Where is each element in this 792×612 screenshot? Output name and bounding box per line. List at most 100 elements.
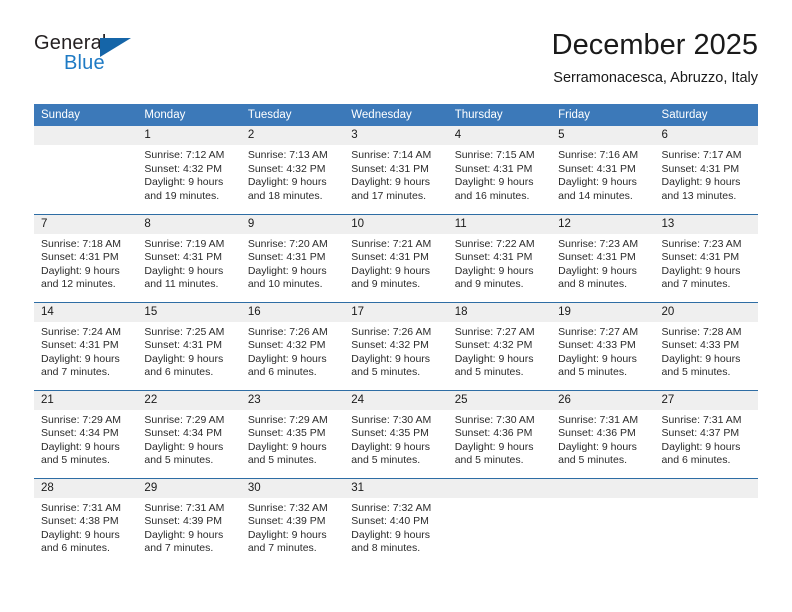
day-detail-line: Sunset: 4:31 PM — [351, 162, 429, 175]
calendar-day-cell[interactable]: 28 Sunrise: 7:31 AM Sunset: 4:38 PM Dayligh… — [34, 477, 138, 566]
calendar-day-cell[interactable]: 12 Sunrise: 7:23 AM Sunset: 4:31 PM Dayligh… — [551, 213, 655, 302]
calendar-day-cell[interactable]: 11 Sunrise: 7:22 AM Sunset: 4:31 PM Dayligh… — [447, 213, 552, 302]
day-detail-line: and 7 minutes. — [661, 278, 731, 291]
day-detail-line: Daylight: 9 hours — [351, 440, 431, 453]
calendar-day-cell[interactable]: 9 Sunrise: 7:20 AM Sunset: 4:31 PM Daylight… — [240, 213, 345, 302]
day-detail-line: and 5 minutes. — [144, 454, 214, 467]
day-detail-line: Daylight: 9 hours — [661, 352, 741, 365]
calendar-day-cell[interactable]: 30 Sunrise: 7:32 AM Sunset: 4:39 PM Dayligh… — [240, 477, 345, 566]
calendar-day-cell[interactable]: 10 Sunrise: 7:21 AM Sunset: 4:31 PM Dayligh… — [344, 213, 448, 302]
day-sun-details: Sunrise: 7:30 AM Sunset: 4:35 PM Daylight:… — [344, 410, 447, 468]
day-detail-line: Daylight: 9 hours — [454, 264, 534, 277]
calendar-day-cell[interactable]: 15 Sunrise: 7:25 AM Sunset: 4:31 PM Dayligh… — [137, 301, 241, 390]
day-detail-line: Sunset: 4:33 PM — [558, 339, 636, 352]
day-detail-line: Daylight: 9 hours — [247, 176, 327, 189]
day-detail-line: and 5 minutes. — [558, 454, 627, 467]
calendar-day-cell[interactable]: 8 Sunrise: 7:19 AM Sunset: 4:31 PM Daylight… — [137, 213, 241, 302]
calendar-day-cell-empty — [34, 126, 138, 214]
calendar-day-cell[interactable]: 25 Sunrise: 7:30 AM Sunset: 4:36 PM Dayligh… — [447, 389, 552, 478]
calendar-day-cell[interactable]: 29 Sunrise: 7:31 AM Sunset: 4:39 PM Dayligh… — [137, 477, 241, 566]
day-detail-line: and 5 minutes. — [41, 454, 110, 467]
calendar-day-cell[interactable]: 7 Sunrise: 7:18 AM Sunset: 4:31 PM Daylight… — [34, 213, 138, 302]
day-sun-details: Sunrise: 7:29 AM Sunset: 4:34 PM Daylight:… — [34, 410, 137, 468]
day-detail-line: Sunrise: 7:18 AM — [41, 237, 121, 250]
day-number: 18 — [447, 302, 552, 322]
day-detail-line: Sunrise: 7:23 AM — [558, 237, 639, 250]
day-number: 12 — [551, 214, 655, 234]
day-sun-details: Sunrise: 7:18 AM Sunset: 4:31 PM Daylight:… — [34, 234, 137, 292]
day-number: 30 — [240, 478, 345, 498]
day-number: 3 — [344, 126, 448, 145]
calendar-week-row: 21 Sunrise: 7:29 AM Sunset: 4:34 PM Dayligh… — [34, 389, 758, 478]
day-detail-line: Daylight: 9 hours — [558, 352, 637, 365]
day-number: 1 — [137, 126, 241, 145]
day-detail-line: Sunrise: 7:12 AM — [144, 149, 225, 161]
calendar-day-cell[interactable]: 2 Sunrise: 7:13 AM Sunset: 4:32 PM Daylight… — [240, 126, 345, 214]
day-number — [551, 478, 655, 498]
day-number: 20 — [654, 302, 758, 322]
calendar-day-cell[interactable]: 21 Sunrise: 7:29 AM Sunset: 4:34 PM Dayligh… — [34, 389, 138, 478]
day-detail-line: Sunset: 4:31 PM — [558, 251, 636, 264]
calendar-week-row: 28 Sunrise: 7:31 AM Sunset: 4:38 PM Dayligh… — [34, 477, 758, 566]
calendar-day-cell[interactable]: 5 Sunrise: 7:16 AM Sunset: 4:31 PM Daylight… — [551, 126, 655, 214]
calendar-day-cell[interactable]: 13 Sunrise: 7:23 AM Sunset: 4:31 PM Dayligh… — [654, 213, 758, 302]
day-detail-line: and 5 minutes. — [558, 366, 627, 379]
day-detail-line: and 18 minutes. — [247, 189, 323, 202]
day-number: 26 — [551, 390, 655, 410]
day-detail-line: Sunrise: 7:28 AM — [661, 325, 742, 338]
calendar-day-cell[interactable]: 27 Sunrise: 7:31 AM Sunset: 4:37 PM Dayligh… — [654, 389, 758, 478]
day-detail-line: Daylight: 9 hours — [661, 176, 741, 189]
day-detail-line: Sunrise: 7:29 AM — [41, 413, 121, 426]
day-detail-line: Daylight: 9 hours — [454, 176, 534, 189]
calendar-body: 1 Sunrise: 7:12 AM Sunset: 4:32 PM Daylight… — [34, 126, 758, 566]
day-detail-line: Sunrise: 7:21 AM — [351, 237, 432, 250]
day-detail-line: and 9 minutes. — [454, 278, 524, 291]
day-sun-details: Sunrise: 7:19 AM Sunset: 4:31 PM Daylight:… — [137, 234, 240, 292]
day-number: 28 — [34, 478, 138, 498]
day-number: 11 — [447, 214, 552, 234]
calendar-day-cell[interactable]: 24 Sunrise: 7:30 AM Sunset: 4:35 PM Dayligh… — [344, 389, 448, 478]
day-detail-line: and 6 minutes. — [247, 366, 317, 379]
day-detail-line: Sunset: 4:31 PM — [661, 251, 740, 264]
day-detail-line: Sunrise: 7:22 AM — [454, 237, 535, 250]
day-detail-line: Sunset: 4:31 PM — [454, 251, 533, 264]
day-detail-line: Sunrise: 7:20 AM — [247, 237, 328, 250]
weekday-header-monday: Monday — [137, 104, 241, 126]
day-detail-line: and 17 minutes. — [351, 189, 426, 202]
day-detail-line: Sunrise: 7:31 AM — [558, 413, 639, 426]
day-detail-line: Daylight: 9 hours — [247, 264, 327, 277]
day-detail-line: and 5 minutes. — [351, 366, 421, 379]
day-detail-line: Sunrise: 7:30 AM — [454, 413, 535, 426]
calendar-day-cell[interactable]: 23 Sunrise: 7:29 AM Sunset: 4:35 PM Dayligh… — [240, 389, 345, 478]
day-number: 27 — [654, 390, 758, 410]
day-detail-line: and 8 minutes. — [558, 278, 627, 291]
day-number: 2 — [240, 126, 345, 145]
calendar-day-cell[interactable]: 6 Sunrise: 7:17 AM Sunset: 4:31 PM Daylight… — [654, 126, 758, 214]
weekday-header-thursday: Thursday — [447, 104, 552, 126]
general-blue-logo[interactable]: General Blue — [34, 32, 164, 88]
calendar-day-cell[interactable]: 4 Sunrise: 7:15 AM Sunset: 4:31 PM Daylight… — [447, 126, 552, 214]
day-number: 25 — [447, 390, 552, 410]
day-detail-line: Daylight: 9 hours — [558, 264, 637, 277]
calendar-day-cell-empty — [447, 477, 552, 566]
day-detail-line: Daylight: 9 hours — [247, 352, 327, 365]
calendar-day-cell[interactable]: 22 Sunrise: 7:29 AM Sunset: 4:34 PM Dayligh… — [137, 389, 241, 478]
calendar-day-cell[interactable]: 19 Sunrise: 7:27 AM Sunset: 4:33 PM Dayligh… — [551, 301, 655, 390]
day-detail-line: Sunrise: 7:31 AM — [661, 413, 742, 426]
calendar-day-cell[interactable]: 1 Sunrise: 7:12 AM Sunset: 4:32 PM Daylight… — [137, 126, 241, 214]
day-detail-line: and 19 minutes. — [144, 189, 220, 202]
calendar-week-row: 7 Sunrise: 7:18 AM Sunset: 4:31 PM Daylight… — [34, 213, 758, 302]
calendar-day-cell[interactable]: 18 Sunrise: 7:27 AM Sunset: 4:32 PM Dayligh… — [447, 301, 552, 390]
day-number: 9 — [240, 214, 345, 234]
calendar-day-cell[interactable]: 20 Sunrise: 7:28 AM Sunset: 4:33 PM Dayligh… — [654, 301, 758, 390]
calendar-day-cell[interactable]: 17 Sunrise: 7:26 AM Sunset: 4:32 PM Dayligh… — [344, 301, 448, 390]
calendar-day-cell[interactable]: 3 Sunrise: 7:14 AM Sunset: 4:31 PM Daylight… — [344, 126, 448, 214]
day-detail-line: Sunset: 4:35 PM — [351, 427, 429, 440]
day-detail-line: and 6 minutes. — [41, 542, 110, 555]
calendar-day-cell[interactable]: 31 Sunrise: 7:32 AM Sunset: 4:40 PM Dayligh… — [344, 477, 448, 566]
calendar-day-cell[interactable]: 14 Sunrise: 7:24 AM Sunset: 4:31 PM Dayligh… — [34, 301, 138, 390]
calendar-day-cell[interactable]: 16 Sunrise: 7:26 AM Sunset: 4:32 PM Dayligh… — [240, 301, 345, 390]
day-sun-details: Sunrise: 7:21 AM Sunset: 4:31 PM Daylight:… — [344, 234, 447, 292]
calendar-day-cell[interactable]: 26 Sunrise: 7:31 AM Sunset: 4:36 PM Dayligh… — [551, 389, 655, 478]
day-detail-line: Sunrise: 7:27 AM — [454, 325, 535, 338]
